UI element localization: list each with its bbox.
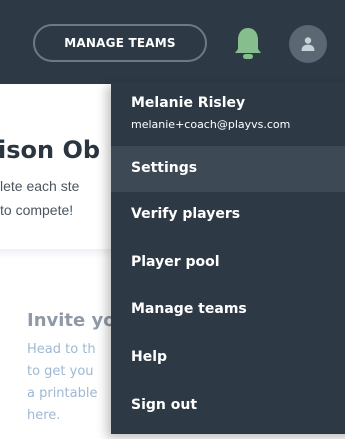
section-text-line: to compete! (0, 202, 74, 218)
menu-item-settings[interactable]: Settings (111, 146, 345, 192)
menu-item-label: Manage teams (131, 301, 247, 317)
invite-card-text-line: Head to th (27, 342, 96, 357)
menu-item-player-pool[interactable]: Player pool (111, 240, 345, 286)
invite-card-text-line: a printable (27, 386, 98, 401)
user-email: melanie+coach@playvs.com (131, 118, 291, 131)
avatar[interactable] (289, 25, 327, 63)
manage-teams-button[interactable]: MANAGE TEAMS (33, 24, 207, 62)
menu-item-label: Settings (131, 160, 198, 176)
menu-item-label: Help (131, 349, 168, 365)
menu-item-sign-out[interactable]: Sign out (111, 383, 345, 429)
bell-icon[interactable] (233, 25, 263, 61)
menu-item-label: Sign out (131, 397, 198, 413)
invite-card-text-line: to get you (27, 364, 94, 379)
user-icon (301, 37, 315, 51)
section-title: ison Ob (0, 136, 101, 164)
user-info-header: Melanie Risley melanie+coach@playvs.com (111, 82, 345, 146)
user-dropdown-menu: Melanie Risley melanie+coach@playvs.com … (111, 82, 345, 434)
invite-card-link[interactable]: here. (27, 408, 60, 423)
page: MANAGE TEAMS ison Ob lete each ste to co… (0, 0, 345, 439)
menu-item-help[interactable]: Help (111, 335, 345, 381)
user-name: Melanie Risley (131, 95, 246, 111)
menu-item-verify-players[interactable]: Verify players (111, 192, 345, 238)
invite-card-title: Invite yo (27, 310, 116, 331)
menu-item-label: Player pool (131, 254, 220, 270)
section-text-line: lete each ste (0, 178, 80, 194)
menu-item-manage-teams[interactable]: Manage teams (111, 287, 345, 333)
menu-item-label: Verify players (131, 206, 241, 222)
